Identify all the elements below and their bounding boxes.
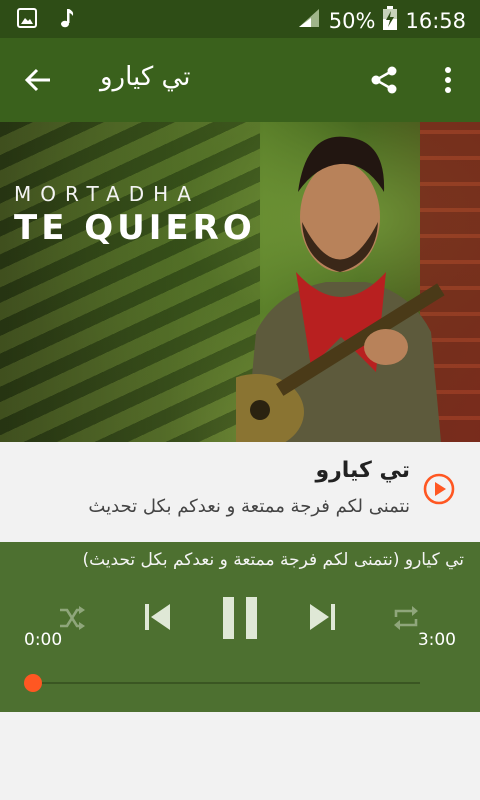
back-button[interactable] <box>18 60 58 100</box>
track-description: نتمنى لكم فرجة ممتعة و نعدكم بكل تحديث <box>88 496 410 517</box>
player-panel: تي كيارو (نتمنى لكم فرجة ممتعة و نعدكم ب… <box>0 542 480 712</box>
image-icon <box>16 7 38 33</box>
now-playing-text: تي كيارو (نتمنى لكم فرجة ممتعة و نعدكم ب… <box>82 550 464 570</box>
skip-next-icon <box>310 604 335 630</box>
track-list-item[interactable]: تي كيارو نتمنى لكم فرجة ممتعة و نعدكم بك… <box>0 442 480 542</box>
pause-icon <box>223 597 257 639</box>
track-title: تي كيارو <box>315 458 410 483</box>
seek-bar-track[interactable] <box>34 682 420 684</box>
pause-button[interactable] <box>212 590 268 646</box>
current-time: 0:00 <box>24 630 63 650</box>
next-button[interactable] <box>300 594 346 640</box>
background-stairs <box>0 122 260 442</box>
status-bar: 50% 16:58 <box>0 0 480 38</box>
share-icon <box>371 66 397 94</box>
shuffle-icon <box>60 606 85 630</box>
empty-content-area <box>0 712 480 800</box>
total-time: 3:00 <box>417 630 456 650</box>
battery-percent: 50% <box>328 8 376 33</box>
app-bar: تي كيارو <box>0 38 480 122</box>
more-vert-icon <box>445 67 451 93</box>
cover-song-title: TE QUIERO <box>14 208 256 248</box>
skip-previous-icon <box>145 604 170 630</box>
share-button[interactable] <box>364 60 404 100</box>
cover-headline: MORTADHA TE QUIERO <box>14 182 256 248</box>
page-title: تي كيارو <box>100 62 191 92</box>
back-arrow-icon <box>24 68 50 92</box>
signal-icon <box>297 7 321 34</box>
battery-charging-icon <box>383 6 398 35</box>
more-options-button[interactable] <box>428 60 468 100</box>
seek-bar-thumb[interactable] <box>24 674 42 692</box>
music-note-icon <box>58 7 76 33</box>
clock: 16:58 <box>405 8 466 33</box>
play-circle-icon[interactable] <box>422 472 456 506</box>
previous-button[interactable] <box>134 594 180 640</box>
repeat-icon <box>394 606 418 630</box>
singer-illustration <box>236 136 445 442</box>
cover-image: MORTADHA TE QUIERO <box>0 122 480 442</box>
cover-artist: MORTADHA <box>14 182 200 206</box>
